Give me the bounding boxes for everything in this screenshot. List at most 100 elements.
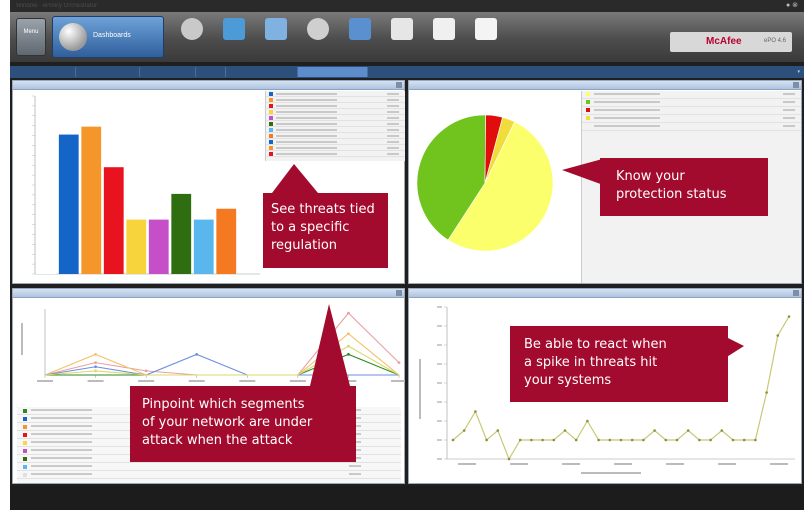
series-point [619, 438, 623, 442]
options-menu[interactable]: ▾ [797, 66, 800, 78]
panel-menu-icon[interactable] [396, 82, 402, 88]
x-tick-label [391, 380, 405, 382]
series-point [347, 344, 350, 348]
brand-logo: McAfee ePO 4.6 [670, 32, 792, 52]
x-tick-label [37, 380, 53, 382]
legend-value [387, 135, 399, 137]
legend-label [276, 105, 338, 107]
x-tick-label [138, 380, 155, 382]
toolbar-button[interactable] [338, 18, 382, 58]
legend-label [31, 441, 93, 443]
legend-value [387, 117, 399, 119]
series-point [474, 410, 477, 413]
panel-menu-icon[interactable] [396, 290, 402, 296]
toolbar-button[interactable] [170, 18, 214, 58]
x-tick-label [718, 463, 736, 465]
legend-swatch [586, 116, 590, 120]
tab-4[interactable] [196, 67, 226, 77]
legend-swatch [586, 100, 590, 104]
x-tick-label [770, 463, 788, 465]
legend-label [276, 123, 338, 125]
puzzle-icon [223, 18, 245, 40]
menu-button[interactable]: Menu [16, 18, 46, 56]
panel-menu-icon[interactable] [793, 290, 799, 296]
series-point [742, 438, 746, 442]
series-point [144, 369, 148, 373]
window-controls[interactable]: ● ⊗ [786, 2, 800, 10]
toolbar-button[interactable] [254, 18, 298, 58]
panel-menu-icon[interactable] [793, 82, 799, 88]
toolbar-button[interactable] [464, 18, 508, 58]
tab-active[interactable] [298, 67, 368, 77]
callout-line: Be able to react when [524, 337, 667, 352]
series-point [507, 457, 511, 461]
legend-row [17, 471, 401, 479]
series-point [709, 438, 712, 442]
x-tick-label [239, 380, 256, 382]
tab-2[interactable] [76, 67, 140, 77]
toolbar-button[interactable] [212, 18, 256, 58]
panel-header [409, 289, 801, 298]
callout-line: your systems [524, 373, 612, 388]
legend-swatch [269, 98, 273, 102]
series-point [642, 438, 645, 442]
legend-label [31, 449, 93, 451]
window-title: Window · ePolicy Orchestrator [16, 3, 98, 9]
dashboards-button[interactable]: Dashboards [52, 16, 164, 58]
legend-value [783, 125, 795, 127]
legend-label [31, 457, 93, 459]
series-point [485, 438, 488, 442]
legend-value [387, 123, 399, 125]
legend-label [276, 135, 338, 137]
tab-1[interactable] [14, 67, 76, 77]
toolbar-button[interactable] [422, 18, 466, 58]
bar-chart [32, 95, 260, 275]
legend-swatch [23, 433, 27, 437]
x-tick-label [87, 380, 104, 382]
legend-swatch [23, 473, 27, 477]
dashboard-icon [59, 23, 87, 51]
legend-label [31, 417, 93, 419]
legend-swatch [269, 128, 273, 132]
series-point [94, 369, 97, 373]
system-tree-icon [265, 18, 287, 40]
series-point [563, 429, 567, 432]
series-point [347, 332, 350, 336]
tab-3[interactable] [140, 67, 196, 77]
callout-regulation: See threats tied to a specific regulatio… [263, 193, 388, 268]
legend-label [276, 141, 338, 143]
series-point [720, 429, 724, 432]
series-point [608, 438, 612, 442]
tab-5[interactable] [226, 67, 298, 77]
series-line [44, 345, 400, 376]
legend-swatch [586, 124, 590, 128]
series-point [552, 438, 556, 442]
status-bar [10, 486, 804, 510]
y-tick-label [437, 306, 442, 308]
bar [171, 193, 192, 274]
legend-value [783, 117, 795, 119]
legend-value [387, 147, 399, 149]
bar [216, 208, 237, 274]
legend-swatch [269, 152, 273, 156]
legend-row [582, 91, 801, 99]
callout-line: protection status [616, 187, 727, 202]
queries-icon [475, 18, 497, 40]
series-point [664, 438, 668, 442]
legend-value [783, 101, 795, 103]
x-tick-label [562, 463, 580, 465]
callout-line: a spike in threats hit [524, 355, 658, 370]
report-icon [433, 18, 455, 40]
brand-version: ePO 4.6 [764, 38, 787, 44]
y-tick-label [437, 401, 442, 403]
legend-swatch [586, 108, 590, 112]
y-tick-label [437, 325, 442, 327]
bar [103, 167, 124, 274]
bar [126, 219, 147, 274]
legend-label [276, 111, 338, 113]
panel-header [13, 81, 404, 90]
toolbar-button[interactable] [296, 18, 340, 58]
series-point [496, 429, 500, 432]
toolbar-button[interactable] [380, 18, 424, 58]
legend-label [31, 425, 93, 427]
